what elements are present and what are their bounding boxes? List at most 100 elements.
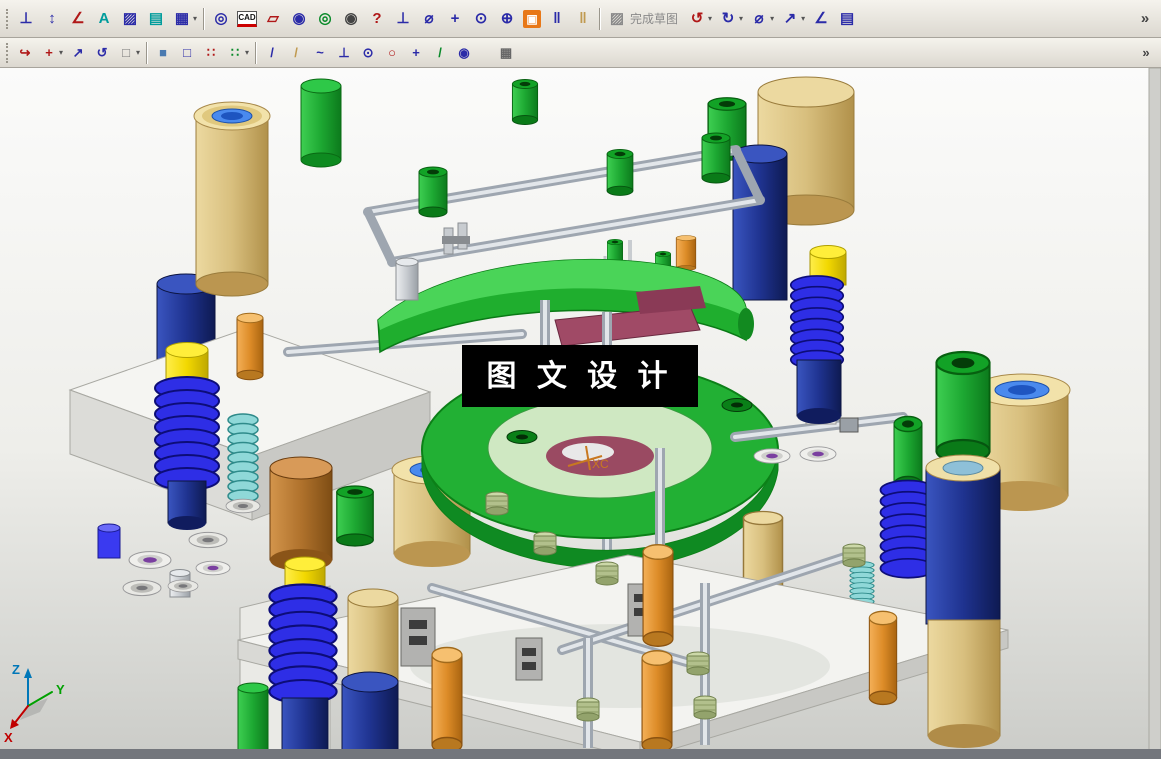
undo-curve-glyph: ↺ [687,9,707,29]
point-on-curve-icon[interactable]: ⊥ [332,41,356,65]
datum-feature-icon[interactable]: ⊥ [13,6,39,32]
sphere-display-icon[interactable]: ◉ [286,6,312,32]
snap-point-set-icon[interactable]: ∷ [199,41,223,65]
dropdown-arrow-icon[interactable]: ▾ [245,48,249,57]
edit-annotation-icon[interactable]: ▱ [260,6,286,32]
dropdown-arrow-icon[interactable]: ▾ [708,14,712,23]
crosshatch-glyph: ▨ [120,9,140,29]
angle-line-icon[interactable]: / [428,41,452,65]
concentric-circle-icon[interactable]: ◎ [312,6,338,32]
finish-sketch-label: 完成草图 [630,10,678,27]
toolbar-overflow-2-icon[interactable]: » [1134,41,1158,65]
line-tool-icon[interactable]: / [260,41,284,65]
stud-tool-icon[interactable]: ‖ [544,6,570,32]
snap-sphere-glyph: ◉ [455,44,473,62]
pan-rotate-glyph: ↺ [93,44,111,62]
undo-curve-icon[interactable]: ↺▾ [684,6,715,32]
explode-view-glyph: ↪ [16,44,34,62]
pin-tool-glyph: ‖ [573,9,593,29]
toolbar-separator [255,42,257,64]
snap-point-options-icon[interactable]: ∷▾ [223,41,252,65]
dropdown-arrow-icon[interactable]: ▾ [801,14,805,23]
pin-tool-icon[interactable]: ‖ [570,6,596,32]
right-gutter [1149,68,1161,759]
spline-tool-glyph: ~ [311,44,329,62]
centerline-glyph: + [445,9,465,29]
point-target-glyph: ◎ [211,9,231,29]
bottom-strip [0,749,1161,759]
3d-viewport[interactable]: 图 文 设 计 XC Z Y X [0,68,1161,759]
snap-point-options-glyph: ∷ [226,44,244,62]
chamfer-icon[interactable]: ∠ [808,6,834,32]
edit-annotation-glyph: ▱ [263,9,283,29]
snap-point-set-glyph: ∷ [202,44,220,62]
spreadsheet-icon[interactable]: ▦ [494,41,518,65]
pan-rotate-icon[interactable]: ↺ [90,41,114,65]
axis-x-label: X [4,730,13,745]
point-on-curve-glyph: ⊥ [335,44,353,62]
snap-sphere-icon[interactable]: ◉ [452,41,476,65]
point-tool-glyph: + [407,44,425,62]
toolbar-grip[interactable] [6,9,10,29]
section-view-icon[interactable]: ▤ [143,6,169,32]
spreadsheet-glyph: ▦ [497,44,515,62]
wireframe-view-glyph: □ [178,44,196,62]
concentric-circle-glyph: ◎ [315,9,335,29]
finish-sketch-glyph: ▨ [607,9,627,29]
view-break-glyph: ▦ [172,9,192,29]
symmetry-centerline-glyph: ⊙ [471,9,491,29]
measure-distance-icon[interactable]: ⌀▾ [746,6,777,32]
selection-rectangle-glyph: □ [117,44,135,62]
symmetry-centerline-icon[interactable]: ⊙ [468,6,494,32]
orient-view-icon[interactable]: ↗ [66,41,90,65]
diameter-dimension-glyph: ⌀ [419,9,439,29]
profile-line-glyph: / [287,44,305,62]
move-object-icon[interactable]: ↗▾ [777,6,808,32]
dropdown-arrow-icon[interactable]: ▾ [193,14,197,23]
axis-y-label: Y [56,682,65,697]
dropdown-arrow-icon[interactable]: ▾ [59,48,63,57]
toolbar-overflow-2-glyph: » [1137,44,1155,62]
ordinate-dimension-icon[interactable]: ⊥ [390,6,416,32]
dropdown-arrow-icon[interactable]: ▾ [136,48,140,57]
grid-point-glyph: + [40,44,58,62]
explode-view-icon[interactable]: ↪ [13,41,37,65]
centerline-icon[interactable]: + [442,6,468,32]
redo-curve-icon[interactable]: ↻▾ [715,6,746,32]
angle-line-glyph: / [431,44,449,62]
toolbar-grip[interactable] [6,43,10,63]
redo-curve-glyph: ↻ [718,9,738,29]
graphics-window[interactable]: 图 文 设 计 XC Z Y X [0,68,1161,759]
spline-tool-icon[interactable]: ~ [308,41,332,65]
point-target-icon[interactable]: ◎ [208,6,234,32]
view-break-icon[interactable]: ▦▾ [169,6,200,32]
finish-sketch-icon[interactable]: ▨完成草图 [604,6,684,32]
orient-view-glyph: ↗ [69,44,87,62]
grid-point-icon[interactable]: +▾ [37,41,66,65]
offset-center-point-icon[interactable]: ⊕ [494,6,520,32]
dimension-query-icon[interactable]: ? [364,6,390,32]
linear-dimension-icon[interactable]: ↕ [39,6,65,32]
text-note-icon[interactable]: A [91,6,117,32]
diameter-dimension-icon[interactable]: ⌀ [416,6,442,32]
dropdown-arrow-icon[interactable]: ▾ [770,14,774,23]
angular-dimension-icon[interactable]: ∠ [65,6,91,32]
selection-rectangle-icon[interactable]: □▾ [114,41,143,65]
block-tool-icon[interactable]: ▣ [520,6,544,32]
visibility-eye-icon[interactable]: ◉ [338,6,364,32]
shaded-view-glyph: ■ [154,44,172,62]
crosshatch-icon[interactable]: ▨ [117,6,143,32]
point-tool-icon[interactable]: + [404,41,428,65]
dropdown-arrow-icon[interactable]: ▾ [739,14,743,23]
wireframe-view-icon[interactable]: □ [175,41,199,65]
toolbar-separator [203,8,205,30]
shaded-view-icon[interactable]: ■ [151,41,175,65]
sheet-layout-icon[interactable]: ▤ [834,6,860,32]
concentric-snap-icon[interactable]: ⊙ [356,41,380,65]
profile-line-icon[interactable]: / [284,41,308,65]
toolbar-overflow-icon[interactable]: » [1132,6,1158,32]
watermark-banner: 图 文 设 计 [462,345,698,407]
cad-standards-icon[interactable]: CAD [234,6,260,32]
toolbar-separator [146,42,148,64]
circle-tool-icon[interactable]: ○ [380,41,404,65]
